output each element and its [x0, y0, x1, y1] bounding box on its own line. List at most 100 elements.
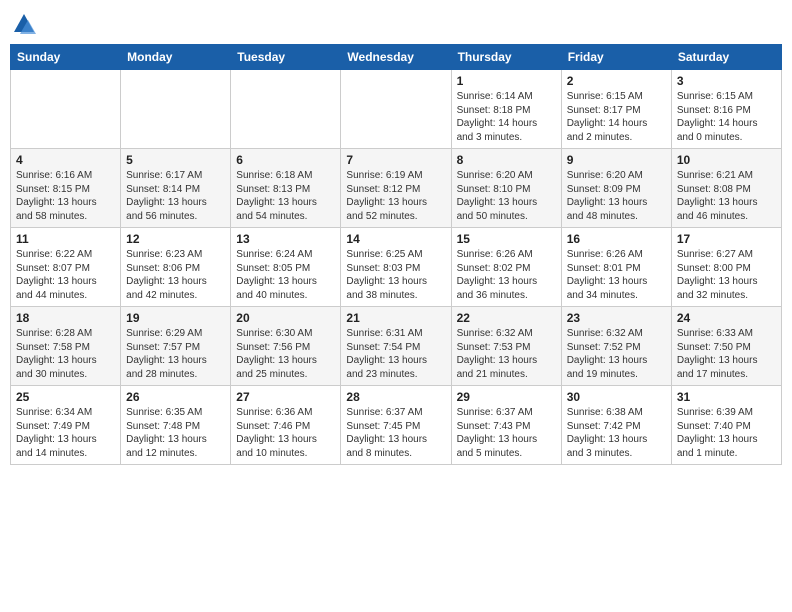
- calendar-cell: [341, 70, 451, 149]
- day-info: Sunrise: 6:15 AM Sunset: 8:17 PM Dayligh…: [567, 90, 666, 144]
- calendar-cell: 3 Sunrise: 6:15 AM Sunset: 8:16 PM Daylig…: [671, 70, 781, 149]
- calendar-cell: 9Sunrise: 6:20 AM Sunset: 8:09 PM Daylig…: [561, 149, 671, 228]
- day-header-sunday: Sunday: [11, 45, 121, 70]
- calendar-table: SundayMondayTuesdayWednesdayThursdayFrid…: [10, 44, 782, 465]
- day-number: 11: [16, 232, 115, 246]
- calendar-cell: 26Sunrise: 6:35 AM Sunset: 7:48 PM Dayli…: [121, 386, 231, 465]
- day-info: Sunrise: 6:32 AM Sunset: 7:53 PM Dayligh…: [457, 327, 556, 381]
- day-info: Sunrise: 6:31 AM Sunset: 7:54 PM Dayligh…: [346, 327, 445, 381]
- day-info: Sunrise: 6:37 AM Sunset: 7:43 PM Dayligh…: [457, 406, 556, 460]
- calendar-cell: 24 Sunrise: 6:33 AM Sunset: 7:50 PM Dayli…: [671, 307, 781, 386]
- day-header-monday: Monday: [121, 45, 231, 70]
- calendar-cell: [121, 70, 231, 149]
- day-number: 5: [126, 153, 225, 167]
- day-info: Sunrise: 6:39 AM Sunset: 7:40 PM Dayligh…: [677, 406, 776, 460]
- page-header: [10, 10, 782, 38]
- day-number: 21: [346, 311, 445, 325]
- day-info: Sunrise: 6:25 AM Sunset: 8:03 PM Dayligh…: [346, 248, 445, 302]
- day-info: Sunrise: 6:37 AM Sunset: 7:45 PM Dayligh…: [346, 406, 445, 460]
- calendar-header-row: SundayMondayTuesdayWednesdayThursdayFrid…: [11, 45, 782, 70]
- day-info: Sunrise: 6:28 AM Sunset: 7:58 PM Dayligh…: [16, 327, 115, 381]
- calendar-cell: 28 Sunrise: 6:37 AM Sunset: 7:45 PM Dayli…: [341, 386, 451, 465]
- calendar-cell: 21 Sunrise: 6:31 AM Sunset: 7:54 PM Dayli…: [341, 307, 451, 386]
- calendar-cell: 22 Sunrise: 6:32 AM Sunset: 7:53 PM Dayli…: [451, 307, 561, 386]
- calendar-cell: 29 Sunrise: 6:37 AM Sunset: 7:43 PM Dayli…: [451, 386, 561, 465]
- day-number: 28: [346, 390, 445, 404]
- calendar-cell: 2Sunrise: 6:15 AM Sunset: 8:17 PM Daylig…: [561, 70, 671, 149]
- calendar-cell: 27 Sunrise: 6:36 AM Sunset: 7:46 PM Dayli…: [231, 386, 341, 465]
- day-header-wednesday: Wednesday: [341, 45, 451, 70]
- day-info: Sunrise: 6:16 AM Sunset: 8:15 PM Dayligh…: [16, 169, 115, 223]
- day-number: 14: [346, 232, 445, 246]
- day-info: Sunrise: 6:14 AM Sunset: 8:18 PM Dayligh…: [457, 90, 556, 144]
- day-number: 10: [677, 153, 776, 167]
- calendar-cell: 17Sunrise: 6:27 AM Sunset: 8:00 PM Dayli…: [671, 228, 781, 307]
- calendar-week-row: 18 Sunrise: 6:28 AM Sunset: 7:58 PM Dayli…: [11, 307, 782, 386]
- day-number: 25: [16, 390, 115, 404]
- day-number: 29: [457, 390, 556, 404]
- calendar-cell: 31 Sunrise: 6:39 AM Sunset: 7:40 PM Dayli…: [671, 386, 781, 465]
- calendar-cell: 16 Sunrise: 6:26 AM Sunset: 8:01 PM Dayli…: [561, 228, 671, 307]
- calendar-cell: 12 Sunrise: 6:23 AM Sunset: 8:06 PM Dayli…: [121, 228, 231, 307]
- calendar-cell: 8 Sunrise: 6:20 AM Sunset: 8:10 PM Daylig…: [451, 149, 561, 228]
- calendar-cell: 7 Sunrise: 6:19 AM Sunset: 8:12 PM Daylig…: [341, 149, 451, 228]
- day-number: 6: [236, 153, 335, 167]
- day-info: Sunrise: 6:29 AM Sunset: 7:57 PM Dayligh…: [126, 327, 225, 381]
- day-number: 20: [236, 311, 335, 325]
- day-info: Sunrise: 6:30 AM Sunset: 7:56 PM Dayligh…: [236, 327, 335, 381]
- day-number: 7: [346, 153, 445, 167]
- calendar-cell: [231, 70, 341, 149]
- day-info: Sunrise: 6:24 AM Sunset: 8:05 PM Dayligh…: [236, 248, 335, 302]
- day-number: 24: [677, 311, 776, 325]
- day-header-thursday: Thursday: [451, 45, 561, 70]
- calendar-cell: 25 Sunrise: 6:34 AM Sunset: 7:49 PM Dayli…: [11, 386, 121, 465]
- day-number: 1: [457, 74, 556, 88]
- calendar-cell: 6Sunrise: 6:18 AM Sunset: 8:13 PM Daylig…: [231, 149, 341, 228]
- calendar-cell: 1 Sunrise: 6:14 AM Sunset: 8:18 PM Daylig…: [451, 70, 561, 149]
- day-number: 4: [16, 153, 115, 167]
- day-number: 9: [567, 153, 666, 167]
- day-info: Sunrise: 6:34 AM Sunset: 7:49 PM Dayligh…: [16, 406, 115, 460]
- calendar-cell: 23Sunrise: 6:32 AM Sunset: 7:52 PM Dayli…: [561, 307, 671, 386]
- day-info: Sunrise: 6:19 AM Sunset: 8:12 PM Dayligh…: [346, 169, 445, 223]
- calendar-cell: [11, 70, 121, 149]
- day-info: Sunrise: 6:20 AM Sunset: 8:10 PM Dayligh…: [457, 169, 556, 223]
- day-info: Sunrise: 6:38 AM Sunset: 7:42 PM Dayligh…: [567, 406, 666, 460]
- day-number: 27: [236, 390, 335, 404]
- day-info: Sunrise: 6:17 AM Sunset: 8:14 PM Dayligh…: [126, 169, 225, 223]
- calendar-cell: 19Sunrise: 6:29 AM Sunset: 7:57 PM Dayli…: [121, 307, 231, 386]
- day-info: Sunrise: 6:26 AM Sunset: 8:01 PM Dayligh…: [567, 248, 666, 302]
- day-header-saturday: Saturday: [671, 45, 781, 70]
- day-info: Sunrise: 6:21 AM Sunset: 8:08 PM Dayligh…: [677, 169, 776, 223]
- day-number: 26: [126, 390, 225, 404]
- day-number: 18: [16, 311, 115, 325]
- calendar-cell: 5 Sunrise: 6:17 AM Sunset: 8:14 PM Daylig…: [121, 149, 231, 228]
- day-info: Sunrise: 6:23 AM Sunset: 8:06 PM Dayligh…: [126, 248, 225, 302]
- day-number: 3: [677, 74, 776, 88]
- calendar-cell: 4 Sunrise: 6:16 AM Sunset: 8:15 PM Daylig…: [11, 149, 121, 228]
- day-number: 15: [457, 232, 556, 246]
- day-number: 22: [457, 311, 556, 325]
- calendar-cell: 14 Sunrise: 6:25 AM Sunset: 8:03 PM Dayli…: [341, 228, 451, 307]
- day-number: 31: [677, 390, 776, 404]
- day-number: 8: [457, 153, 556, 167]
- day-info: Sunrise: 6:15 AM Sunset: 8:16 PM Dayligh…: [677, 90, 776, 144]
- day-number: 13: [236, 232, 335, 246]
- calendar-cell: 20 Sunrise: 6:30 AM Sunset: 7:56 PM Dayli…: [231, 307, 341, 386]
- day-number: 23: [567, 311, 666, 325]
- calendar-week-row: 11 Sunrise: 6:22 AM Sunset: 8:07 PM Dayli…: [11, 228, 782, 307]
- logo: [10, 10, 42, 38]
- day-info: Sunrise: 6:33 AM Sunset: 7:50 PM Dayligh…: [677, 327, 776, 381]
- calendar-cell: 10 Sunrise: 6:21 AM Sunset: 8:08 PM Dayli…: [671, 149, 781, 228]
- day-number: 16: [567, 232, 666, 246]
- day-info: Sunrise: 6:36 AM Sunset: 7:46 PM Dayligh…: [236, 406, 335, 460]
- calendar-cell: 13 Sunrise: 6:24 AM Sunset: 8:05 PM Dayli…: [231, 228, 341, 307]
- day-header-friday: Friday: [561, 45, 671, 70]
- day-info: Sunrise: 6:26 AM Sunset: 8:02 PM Dayligh…: [457, 248, 556, 302]
- day-header-tuesday: Tuesday: [231, 45, 341, 70]
- day-number: 12: [126, 232, 225, 246]
- calendar-cell: 30Sunrise: 6:38 AM Sunset: 7:42 PM Dayli…: [561, 386, 671, 465]
- calendar-cell: 18 Sunrise: 6:28 AM Sunset: 7:58 PM Dayli…: [11, 307, 121, 386]
- day-info: Sunrise: 6:22 AM Sunset: 8:07 PM Dayligh…: [16, 248, 115, 302]
- day-number: 17: [677, 232, 776, 246]
